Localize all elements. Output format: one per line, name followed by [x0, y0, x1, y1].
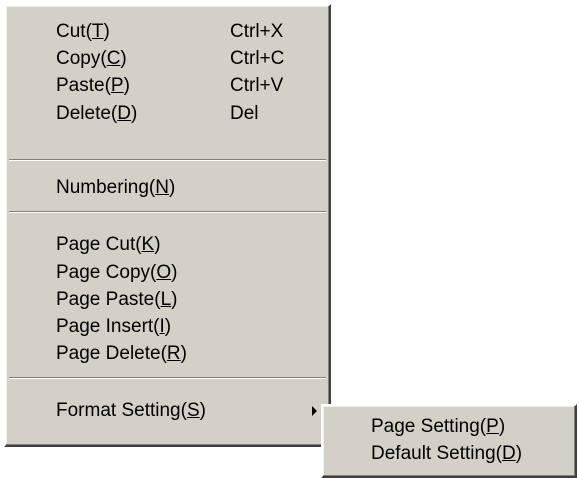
menu-item-label: Copy(C) [56, 48, 127, 69]
menu-item-page-insert[interactable]: Page Insert(I) [6, 313, 329, 340]
menu-item-format-setting[interactable]: Format Setting(S) [6, 397, 329, 424]
menu-item-delete[interactable]: Delete(D) Del [6, 100, 329, 127]
menu-item-label: Page Copy(O) [56, 262, 178, 283]
menu-item-page-delete[interactable]: Page Delete(R) [6, 340, 329, 367]
menu-item-copy[interactable]: Copy(C) Ctrl+C [6, 45, 329, 72]
menu-item-page-cut[interactable]: Page Cut(K) [6, 231, 329, 258]
menu-item-cut[interactable]: Cut(T) Ctrl+X [6, 18, 329, 45]
menu-item-label: Page Paste(L) [56, 289, 178, 310]
menu-separator [9, 377, 326, 379]
submenu-item-default-setting[interactable]: Default Setting(D) [323, 440, 575, 467]
context-menu: Cut(T) Ctrl+X Copy(C) Ctrl+C Paste(P) Ct… [4, 4, 331, 447]
menu-item-label: Delete(D) [56, 103, 138, 124]
menu-item-label: Cut(T) [56, 21, 110, 42]
menu-item-label: Page Setting(P) [371, 416, 506, 437]
menu-separator [9, 159, 326, 161]
menu-item-page-copy[interactable]: Page Copy(O) [6, 259, 329, 286]
submenu-arrow-icon [312, 406, 317, 416]
menu-item-paste[interactable]: Paste(P) Ctrl+V [6, 72, 329, 99]
menu-item-shortcut: Ctrl+X [230, 21, 284, 42]
format-setting-submenu: Page Setting(P) Default Setting(D) [321, 404, 577, 478]
menu-item-label: Page Cut(K) [56, 234, 161, 255]
menu-item-page-paste[interactable]: Page Paste(L) [6, 286, 329, 313]
menu-item-label: Page Delete(R) [56, 343, 187, 364]
menu-item-shortcut: Ctrl+C [230, 48, 285, 69]
menu-item-label: Format Setting(S) [56, 400, 206, 421]
menu-item-shortcut: Ctrl+V [230, 75, 284, 96]
menu-item-shortcut: Del [230, 103, 259, 124]
menu-item-label: Numbering(N) [56, 177, 176, 198]
submenu-item-page-setting[interactable]: Page Setting(P) [323, 413, 575, 440]
menu-item-numbering[interactable]: Numbering(N) [6, 174, 329, 201]
menu-separator [9, 211, 326, 213]
menu-item-label: Paste(P) [56, 75, 130, 96]
menu-item-label: Page Insert(I) [56, 316, 172, 337]
menu-item-label: Default Setting(D) [371, 443, 523, 464]
